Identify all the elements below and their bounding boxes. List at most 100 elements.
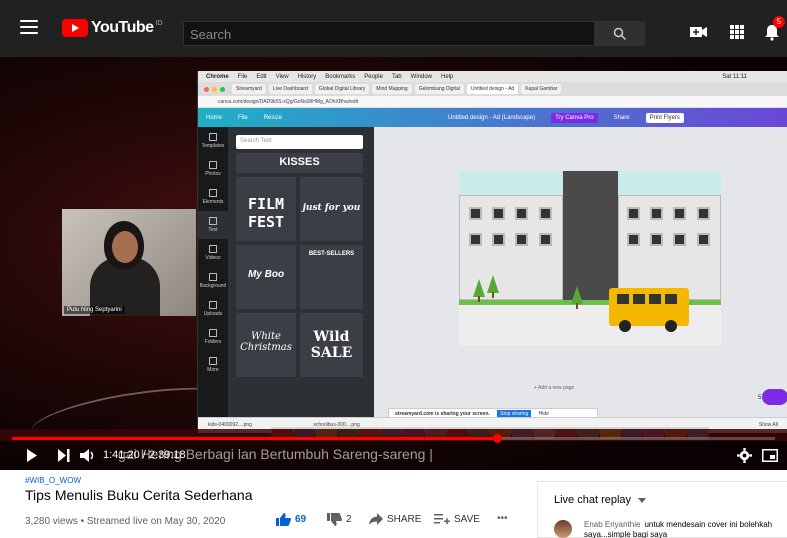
- browser-tab: Gelombang Digital: [414, 84, 464, 94]
- video-hashtag[interactable]: #WIB_O_WOW: [25, 476, 81, 485]
- mac-menu-item: Chrome: [206, 73, 229, 80]
- mac-menu-item: History: [297, 73, 317, 80]
- canva-sidebar: Templates Photos Elements Text Videos Ba…: [198, 127, 228, 417]
- template-kisses: KISSES: [236, 153, 363, 173]
- browser-tab: Live Dashboard: [268, 84, 312, 94]
- child-figure: [571, 286, 583, 309]
- current-time: 1:41:20: [103, 449, 140, 461]
- window: [673, 233, 686, 246]
- webcam-overlay: Putu Ning Septyarini: [62, 209, 196, 316]
- save-playlist-icon: [434, 514, 450, 525]
- like-button[interactable]: 69: [276, 513, 306, 526]
- browser-tab: Kapal Gambar: [521, 84, 562, 94]
- address-bar: canva.com/design/DAD9k5S-xQg/GoNs08HMg_A…: [198, 96, 787, 108]
- live-chat-header: Live chat replay: [554, 494, 632, 506]
- like-count: 69: [295, 514, 307, 525]
- canva-side-item: Templates: [198, 127, 228, 155]
- hamburger-menu-icon[interactable]: [20, 20, 38, 34]
- canva-toolbar: Home File Resize Untitled design - Ad (L…: [198, 108, 787, 127]
- window: [697, 233, 710, 246]
- browser-tab: Mind Mapping: [372, 84, 412, 94]
- show-all-downloads: Show All: [758, 422, 778, 428]
- presenter-name-tag: Putu Ning Septyarini: [64, 306, 125, 314]
- share-button[interactable]: SHARE: [369, 513, 421, 525]
- chat-message-body: Enab Eriyanthie untuk mendesain cover ini…: [584, 520, 784, 538]
- window: [492, 233, 505, 246]
- template-white-christmas: White Christmas: [236, 313, 296, 377]
- mac-clock: Sat 11:11: [722, 73, 747, 80]
- design-slide: [459, 171, 721, 346]
- template-film-fest: FILM FEST: [236, 177, 296, 241]
- apps-grid-icon[interactable]: [727, 23, 747, 41]
- canva-side-item: Text: [198, 211, 228, 239]
- template-just-for-you: just for you: [300, 177, 363, 241]
- mac-menu-item: Window: [410, 73, 432, 80]
- more-icon: •••: [497, 513, 508, 524]
- search-icon: [613, 27, 627, 40]
- volume-icon[interactable]: [80, 449, 97, 462]
- window: [539, 233, 552, 246]
- add-page-label: + Add a new page: [534, 385, 575, 391]
- save-button[interactable]: SAVE: [434, 513, 480, 525]
- canva-side-item: Uploads: [198, 295, 228, 323]
- window: [627, 207, 640, 220]
- progress-fill: [12, 437, 498, 440]
- thumbs-up-icon: [276, 513, 291, 526]
- canva-side-item: More: [198, 351, 228, 379]
- window: [515, 233, 528, 246]
- help-bubble: [762, 389, 787, 405]
- logo-text: YouTube: [91, 19, 154, 36]
- create-video-icon[interactable]: [688, 23, 708, 41]
- live-chat-dropdown[interactable]: Live chat replay: [554, 494, 647, 506]
- time-separator: /: [142, 449, 146, 461]
- window: [515, 207, 528, 220]
- chat-author[interactable]: Enab Eriyanthie: [584, 520, 640, 529]
- video-views-date: 3,280 views • Streamed live on May 30, 2…: [25, 516, 226, 527]
- dislike-count: 2: [346, 514, 352, 525]
- window: [697, 207, 710, 220]
- miniplayer-icon[interactable]: [762, 449, 778, 462]
- mac-menu-item: Help: [441, 73, 454, 80]
- canva-home: Home: [206, 114, 223, 121]
- mac-menu-bar: Chrome File Edit View History Bookmarks …: [198, 71, 787, 82]
- search-button[interactable]: [595, 21, 645, 46]
- browser-tab-active: Untitled design - Ad: [466, 84, 519, 94]
- duration: 2:39:18: [148, 449, 186, 461]
- mac-menu-item: People: [364, 73, 383, 80]
- chevron-down-icon: [638, 498, 647, 503]
- window: [469, 207, 482, 220]
- template-my-boo: My Boo: [236, 245, 296, 309]
- mac-menu-item: View: [275, 73, 289, 80]
- dislike-button[interactable]: 2: [327, 513, 352, 526]
- mac-menu-item: File: [237, 73, 248, 80]
- browser-tab: Global Digital Library: [314, 84, 370, 94]
- window: [650, 207, 663, 220]
- canva-side-item: Elements: [198, 183, 228, 211]
- video-player[interactable]: Chrome File Edit View History Bookmarks …: [0, 57, 787, 470]
- canva-side-item: Folders: [198, 323, 228, 351]
- canva-search-field: Search Text: [236, 135, 363, 149]
- avatar[interactable]: [554, 520, 572, 538]
- mac-menu-item: Edit: [256, 73, 267, 80]
- download-item: kids-0400092....png: [208, 422, 252, 428]
- search-input[interactable]: Search: [183, 21, 595, 46]
- template-best-sellers: BEST-SELLERS: [300, 245, 363, 309]
- share-label: SHARE: [387, 513, 422, 525]
- progress-bar[interactable]: [12, 434, 775, 443]
- canva-print: Print Flyers: [645, 112, 684, 123]
- mac-menu-item: Bookmarks: [325, 73, 356, 80]
- more-actions-button[interactable]: •••: [497, 513, 508, 524]
- browser-tab: Streamyard: [232, 84, 266, 94]
- school-bus: [609, 288, 689, 332]
- mac-menu-item: Tab: [391, 73, 402, 80]
- share-icon: [369, 513, 383, 525]
- play-icon[interactable]: [26, 449, 38, 462]
- settings-gear-icon[interactable]: [737, 448, 752, 463]
- canva-side-item: Background: [198, 267, 228, 295]
- canva-try-pro: Try Canva Pro: [551, 112, 598, 123]
- window: [650, 233, 663, 246]
- top-bar: YouTube ID Search 5: [0, 0, 787, 57]
- youtube-logo[interactable]: YouTube ID: [62, 19, 163, 37]
- next-icon[interactable]: [57, 449, 71, 462]
- canva-file: File: [238, 114, 248, 121]
